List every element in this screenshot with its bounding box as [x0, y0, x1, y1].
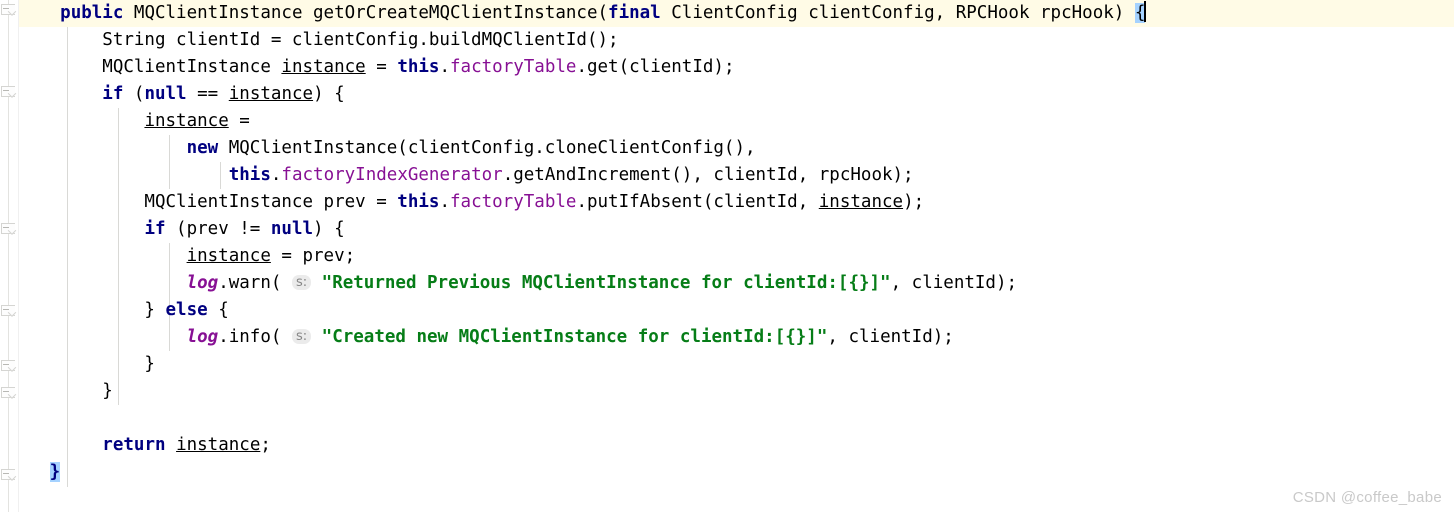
code-text-area[interactable]: public MQClientInstance getOrCreateMQCli…	[18, 0, 1454, 512]
code-line[interactable]: }	[18, 351, 155, 378]
code-line[interactable]: if (prev != null) {	[18, 216, 344, 243]
code-line[interactable]: instance =	[18, 108, 249, 135]
inlay-parameter-hint[interactable]: s:	[291, 275, 312, 290]
gutter-divider-line	[8, 0, 9, 512]
fold-collapse-icon[interactable]	[1, 84, 17, 99]
code-line[interactable]: this.factoryIndexGenerator.getAndIncreme…	[18, 162, 914, 189]
code-line[interactable]: if (null == instance) {	[18, 81, 344, 108]
code-line[interactable]	[18, 405, 29, 432]
code-line[interactable]: MQClientInstance prev = this.factoryTabl…	[18, 189, 924, 216]
code-line[interactable]: new MQClientInstance(clientConfig.cloneC…	[18, 135, 756, 162]
fold-collapse-icon[interactable]	[1, 385, 17, 400]
watermark-text: CSDN @coffee_babe	[1292, 489, 1442, 506]
code-line[interactable]: return instance;	[18, 432, 271, 459]
fold-collapse-icon[interactable]	[1, 2, 17, 17]
code-line[interactable]: }	[18, 459, 61, 486]
editor-gutter[interactable]	[0, 0, 19, 512]
inlay-parameter-hint[interactable]: s:	[291, 329, 312, 344]
fold-collapse-icon[interactable]	[1, 358, 17, 373]
fold-collapse-icon[interactable]	[1, 467, 17, 482]
fold-collapse-icon[interactable]	[1, 221, 17, 236]
code-editor[interactable]: public MQClientInstance getOrCreateMQCli…	[0, 0, 1454, 512]
code-line[interactable]: String clientId = clientConfig.buildMQCl…	[18, 27, 618, 54]
code-line[interactable]: log.info( s: "Created new MQClientInstan…	[18, 324, 954, 351]
code-line[interactable]: } else {	[18, 297, 228, 324]
code-line[interactable]: log.warn( s: "Returned Previous MQClient…	[18, 270, 1017, 297]
code-line[interactable]: }	[18, 378, 113, 405]
code-line[interactable]: MQClientInstance instance = this.factory…	[18, 54, 734, 81]
code-line[interactable]: public MQClientInstance getOrCreateMQCli…	[18, 0, 1147, 27]
code-line[interactable]: instance = prev;	[18, 243, 356, 270]
fold-collapse-icon[interactable]	[1, 303, 17, 318]
